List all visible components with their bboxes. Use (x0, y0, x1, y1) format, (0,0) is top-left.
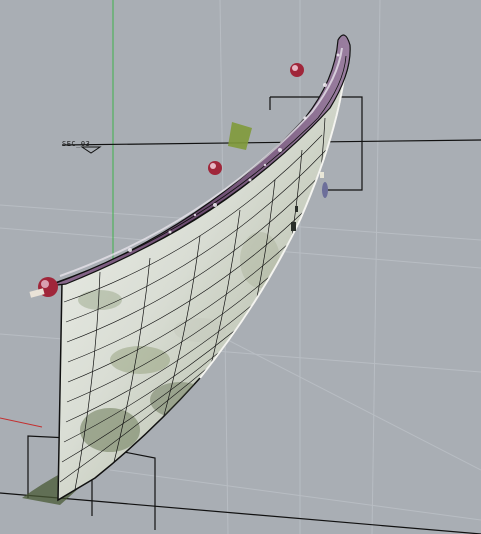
red-fixture-bow (29, 277, 58, 298)
red-fixture-stern (290, 63, 304, 77)
red-fixture-mid (208, 161, 222, 175)
section-label: SEC_03 (62, 140, 91, 148)
viewport-canvas[interactable] (0, 0, 481, 534)
moss-scan-fragment (228, 122, 252, 150)
3d-viewport[interactable]: SEC_03 (0, 0, 481, 534)
x-axis-line (0, 417, 43, 428)
stray-scan-fragment (320, 172, 328, 198)
